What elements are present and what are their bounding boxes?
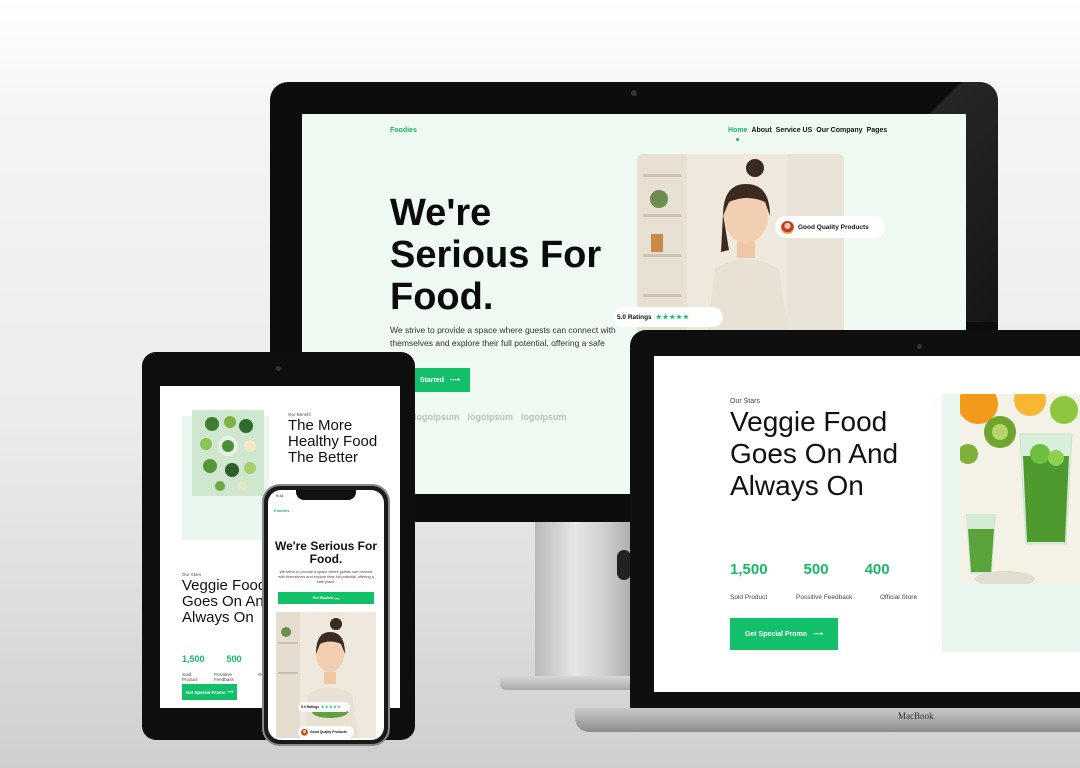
nav-item-service[interactable]: Service US (776, 127, 813, 134)
avatar-icon (301, 728, 308, 736)
hero-description: We strive to provide a space where guest… (390, 325, 616, 348)
arrow-right-icon: ⟶ (450, 377, 461, 384)
section-headline: The More Healthy Food The Better (288, 417, 378, 466)
status-time: 9:41 (276, 493, 284, 498)
section-label: Our Stars (730, 398, 760, 405)
apple-logo-icon (617, 550, 631, 580)
arrow-right-icon: ⟶ (334, 596, 340, 601)
arrow-right-icon: ⟶ (813, 631, 824, 638)
hero-headline: We're Serious For Food. (390, 192, 602, 318)
veggie-photo (192, 410, 264, 496)
stats-row: 1,500 500 400 (730, 561, 890, 578)
hero-photo (276, 612, 376, 738)
cta-label: Get Started (312, 596, 333, 600)
stat-value: 500 (803, 561, 829, 578)
get-special-promo-button[interactable]: Get Special Promo ⟶ (730, 618, 838, 650)
camera-icon (276, 366, 281, 371)
hero-headline: We're Serious For Food. (275, 539, 377, 566)
active-nav-indicator (736, 138, 739, 141)
stat-label: Sold Product (182, 672, 198, 682)
camera-icon (631, 90, 637, 96)
quality-badge: Good Quality Products (775, 216, 885, 238)
ratings-badge: 5.0 Ratings ★★★★★ (613, 307, 723, 327)
laptop-screen: Our Stars Veggie Food Goes On And Always… (654, 356, 1080, 692)
site-logo[interactable]: Foodies (390, 127, 417, 134)
section-headline: Veggie Food Goes On And Always On (730, 406, 899, 501)
ratings-badge: 5.0 Ratings ★★★★★ (298, 702, 350, 712)
quality-badge: Good Quality Products (298, 726, 354, 738)
ratings-label: 5.0 Ratings (617, 313, 652, 321)
partner-logo: logoipsum (521, 412, 567, 422)
phone-notch (296, 490, 356, 500)
stat-value: 400 (864, 561, 890, 578)
ratings-label: 5.0 Ratings (301, 705, 320, 709)
monitor-stand-base (500, 676, 650, 690)
smoothie-photo (960, 394, 1080, 584)
stat-value: 1,500 (730, 561, 768, 578)
cta-label: Get Special Promo (744, 630, 808, 638)
site-logo[interactable]: Foodies (274, 508, 289, 513)
star-icon: ★★★★★ (655, 314, 690, 321)
nav-item-about[interactable]: About (751, 127, 771, 134)
star-icon: ★★★★★ (321, 705, 342, 709)
nav-item-pages[interactable]: Pages (867, 127, 888, 134)
cta-label: Started (419, 376, 445, 384)
stats-labels: Sold Product Possitive Feedback Official… (730, 594, 917, 601)
nav-item-home[interactable]: Home (728, 127, 747, 134)
laptop-base (575, 708, 1080, 732)
nav-item-company[interactable]: Our Company (816, 127, 862, 134)
avatar-icon (781, 220, 794, 234)
get-started-button[interactable]: Started ⟶ (410, 368, 470, 392)
laptop-brand: MacBook (898, 711, 934, 721)
partner-logo: logoipsum (467, 412, 514, 422)
get-special-promo-button[interactable]: Get Special Promo ⟶ (182, 684, 237, 700)
main-nav: Home About Service US Our Company Pages (728, 127, 887, 134)
badge-label: Good Quality Products (798, 223, 869, 231)
camera-icon (917, 344, 922, 349)
arrow-right-icon: ⟶ (226, 689, 234, 694)
stat-value: 1,500 (182, 654, 205, 664)
partner-logos: logoipsum logoipsum logoipsum (414, 412, 567, 422)
stat-label: Possitive Feedback (214, 672, 234, 682)
stat-label: Sold Product (730, 594, 768, 601)
cta-label: Get Special Promo (185, 689, 226, 695)
badge-label: Good Quality Products (310, 730, 347, 734)
hero-description: We strive to provide a space where guest… (278, 570, 374, 584)
partner-logo: logoipsum (414, 412, 460, 422)
stat-label: Official Store (880, 594, 918, 601)
phone-screen: 9:41 Foodies We're Serious For Food. We … (268, 490, 384, 740)
stat-value: 500 (226, 654, 242, 664)
monitor-stand (535, 522, 635, 682)
get-started-button[interactable]: Get Started ⟶ (278, 592, 374, 604)
stat-label: Possitive Feedback (796, 594, 853, 601)
